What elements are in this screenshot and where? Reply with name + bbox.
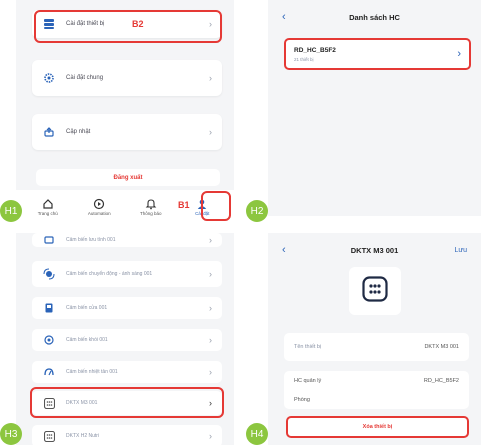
chevron-right-icon: › xyxy=(209,269,212,279)
step-b1-label: B1 xyxy=(178,200,190,210)
device-name-label: Tên thiết bị xyxy=(294,344,322,350)
device-label: DKTX H2 Nutri xyxy=(66,433,100,439)
delete-device-button[interactable]: Xóa thiết bị xyxy=(286,416,469,438)
device-name-value: DKTX M3 001 xyxy=(424,344,459,350)
room-label: Phòng xyxy=(294,397,310,403)
highlight-device-settings xyxy=(34,10,222,43)
door-sensor-icon xyxy=(42,303,56,313)
tab-home[interactable]: Trang chủ xyxy=(30,197,66,216)
device-detail-screen: ‹ DKTX M3 001 Lưu Tên thiết bị DKTX M3 0… xyxy=(268,233,481,445)
device-label: Cảm biến chuyển động - ánh sáng 001 xyxy=(66,271,153,277)
settings-item-label: Cài đặt chung xyxy=(66,75,104,81)
automation-icon xyxy=(93,197,105,211)
device-label: Cảm biến nhiệt tản 001 xyxy=(66,369,118,375)
switch-panel-icon xyxy=(362,275,388,307)
step-h4-badge: H4 xyxy=(246,423,268,445)
hc-value: RD_HC_B5F2 xyxy=(423,378,459,384)
header: ‹ Danh sách HC xyxy=(268,0,481,34)
device-label: Cảm biến lưu tính 001 xyxy=(66,237,116,243)
sensor-icon xyxy=(42,236,56,244)
hub-device-count: 21 thiết bị xyxy=(294,56,314,62)
chevron-right-icon: › xyxy=(457,48,461,60)
device-item[interactable]: Cảm biến cửa 001 › xyxy=(32,297,222,319)
hub-name: RD_HC_B5F2 xyxy=(294,46,336,54)
device-item[interactable]: Cảm biến chuyển động - ánh sáng 001 › xyxy=(32,261,222,287)
device-item[interactable]: DKTX H2 Nutri › xyxy=(32,425,222,445)
step-h3-badge: H3 xyxy=(0,423,22,445)
header: ‹ DKTX M3 001 Lưu xyxy=(268,233,481,267)
hub-list-item[interactable]: RD_HC_B5F2 21 thiết bị › xyxy=(284,38,471,70)
chevron-right-icon: › xyxy=(209,335,212,345)
tab-automation[interactable]: Automation xyxy=(81,197,117,216)
device-item[interactable]: Cảm biến lưu tính 001 › xyxy=(32,233,222,247)
motion-sensor-icon xyxy=(42,268,56,280)
chevron-right-icon: › xyxy=(209,303,212,313)
tab-notifications[interactable]: Thông báo xyxy=(133,197,169,216)
tab-label: Thông báo xyxy=(139,210,162,216)
page-title: Danh sách HC xyxy=(349,12,400,22)
settings-item-general[interactable]: Cài đặt chung › xyxy=(32,60,222,96)
step-h1-badge: H1 xyxy=(0,200,22,222)
device-image xyxy=(349,267,401,315)
logout-button[interactable]: Đăng xuất xyxy=(36,169,220,186)
step-h2-badge: H2 xyxy=(246,200,268,222)
back-icon[interactable]: ‹ xyxy=(282,244,286,256)
hc-label: HC quản lý xyxy=(294,378,322,384)
device-label: Cảm biến cửa 001 xyxy=(66,305,108,311)
home-icon xyxy=(42,197,54,211)
tab-label: Automation xyxy=(87,210,111,216)
switch-panel-icon xyxy=(42,430,56,442)
gear-icon xyxy=(42,71,56,85)
hub-list-screen: ‹ Danh sách HC RD_HC_B5F2 21 thiết bị › xyxy=(268,0,481,216)
settings-item-update[interactable]: Cập nhật › xyxy=(32,114,222,150)
settings-screen: Cài đặt thiết bị B2 › Cài đặt chung › Cậ… xyxy=(16,0,234,222)
save-button[interactable]: Lưu xyxy=(455,247,467,254)
page-title: DKTX M3 001 xyxy=(350,245,399,255)
device-item[interactable]: Cảm biến khói 001 › xyxy=(32,329,222,351)
device-name-row[interactable]: Tên thiết bị DKTX M3 001 xyxy=(284,333,469,361)
device-label: Cảm biến khói 001 xyxy=(66,337,108,343)
highlight-settings-tab xyxy=(201,191,231,221)
chevron-right-icon: › xyxy=(209,431,212,441)
smoke-sensor-icon xyxy=(42,335,56,345)
highlight-device-item xyxy=(30,387,224,418)
chevron-right-icon: › xyxy=(209,367,212,377)
chevron-right-icon: › xyxy=(209,73,212,83)
hc-row[interactable]: HC quản lý RD_HC_B5F2 xyxy=(284,371,469,391)
settings-item-label: Cập nhật xyxy=(66,129,91,135)
device-list-screen: Cảm biến lưu tính 001 › Cảm biến chuyển … xyxy=(16,233,234,445)
back-icon[interactable]: ‹ xyxy=(282,11,286,23)
bell-icon xyxy=(145,197,157,211)
device-item[interactable]: Cảm biến nhiệt tản 001 › xyxy=(32,361,222,383)
tab-label: Trang chủ xyxy=(37,210,58,216)
chevron-right-icon: › xyxy=(209,235,212,245)
chevron-right-icon: › xyxy=(209,127,212,137)
update-icon xyxy=(42,125,56,139)
room-row[interactable]: Phòng xyxy=(284,391,469,409)
temperature-sensor-icon xyxy=(42,367,56,377)
